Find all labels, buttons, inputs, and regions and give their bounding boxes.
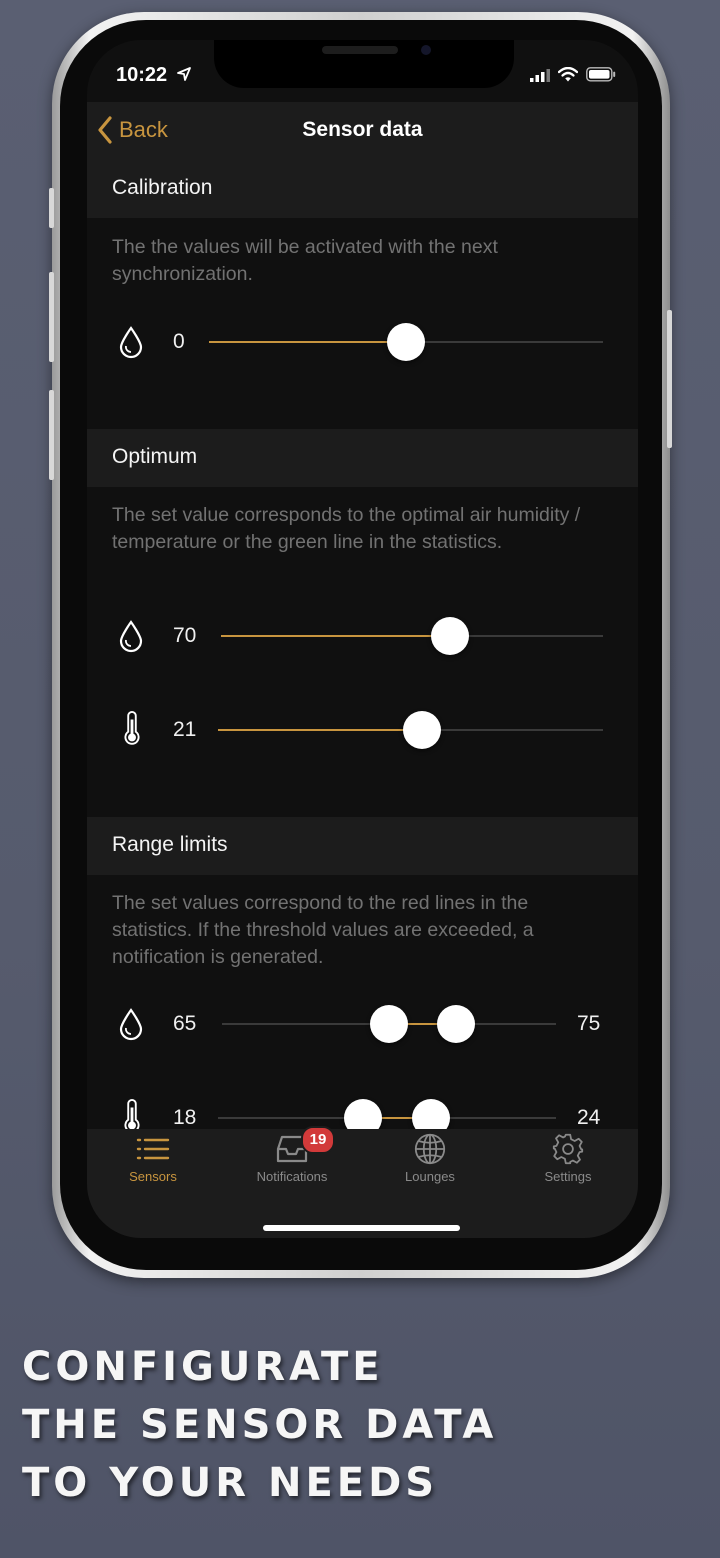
status-indicators <box>530 67 616 82</box>
tab-settings[interactable]: Settings <box>508 1133 628 1184</box>
status-time: 10:22 <box>116 64 192 87</box>
slider-fill <box>218 729 423 731</box>
water-drop-icon <box>119 1008 143 1041</box>
caption-line-1: CONFIGURATE <box>22 1344 384 1390</box>
battery-icon <box>586 67 616 82</box>
optimum-description: The set value corresponds to the optimal… <box>112 504 581 553</box>
wifi-icon <box>558 67 578 82</box>
volume-down-button <box>49 390 54 480</box>
water-drop-icon <box>119 326 143 359</box>
slider-fill <box>209 341 406 343</box>
tab-lounges[interactable]: Lounges <box>370 1133 490 1184</box>
optimum-title: Optimum <box>112 445 198 468</box>
thermometer-icon <box>124 711 140 745</box>
promo-caption: CONFIGURATE THE SENSOR DATA TO YOUR NEED… <box>22 1338 497 1512</box>
range-humidity-max: 75 <box>577 1012 601 1035</box>
slider-thumb[interactable] <box>387 323 425 361</box>
caption-line-3: TO YOUR NEEDS <box>22 1460 439 1506</box>
calibration-title: Calibration <box>112 176 213 199</box>
range-temperature-min: 18 <box>173 1106 197 1129</box>
globe-icon <box>414 1133 446 1165</box>
mute-switch <box>49 188 54 228</box>
tab-sensors-label: Sensors <box>129 1169 177 1184</box>
notification-badge: 19 <box>301 1126 335 1154</box>
caption-line-2: THE SENSOR DATA <box>22 1402 498 1448</box>
app-screen: 10:22 Back Sensor data Calibration The t… <box>87 40 638 1238</box>
cellular-signal-icon <box>530 68 550 82</box>
location-arrow-icon <box>176 67 191 81</box>
tab-sensors[interactable]: Sensors <box>93 1133 213 1184</box>
thermometer-icon <box>124 1099 140 1133</box>
power-button <box>667 310 672 448</box>
home-indicator[interactable] <box>263 1225 460 1231</box>
optimum-humidity-value: 70 <box>173 624 197 647</box>
tab-settings-label: Settings <box>544 1169 592 1184</box>
notch <box>214 40 514 88</box>
water-drop-icon <box>119 620 143 653</box>
slider-fill <box>221 635 451 637</box>
calibration-section-header: Calibration <box>87 160 638 218</box>
slider-thumb[interactable] <box>403 711 442 749</box>
navigation-bar: Back Sensor data <box>87 102 638 160</box>
slider-min-thumb[interactable] <box>370 1005 408 1043</box>
slider-max-thumb[interactable] <box>436 1005 475 1043</box>
calibration-humidity-value: 0 <box>173 330 185 353</box>
calibration-description: The the values will be activated with th… <box>112 236 498 285</box>
slider-thumb[interactable] <box>431 617 470 655</box>
range-limits-section-header: Range limits <box>87 817 638 875</box>
range-humidity-min: 65 <box>173 1012 197 1035</box>
range-limits-description: The set values correspond to the red lin… <box>112 892 534 968</box>
range-temperature-max: 24 <box>577 1106 601 1129</box>
tab-bar: Sensors 19 Notifications Lounges Setting… <box>87 1126 638 1238</box>
tab-notifications-label: Notifications <box>256 1169 328 1184</box>
status-time-text: 10:22 <box>116 64 168 86</box>
speaker <box>322 46 398 54</box>
list-icon <box>136 1138 170 1160</box>
optimum-section-header: Optimum <box>87 429 638 487</box>
optimum-temperature-value: 21 <box>173 718 197 741</box>
tab-notifications[interactable]: 19 Notifications <box>232 1126 352 1184</box>
page-title: Sensor data <box>302 118 423 141</box>
range-limits-title: Range limits <box>112 833 228 856</box>
front-camera <box>421 45 431 55</box>
tab-lounges-label: Lounges <box>405 1169 455 1184</box>
gear-icon <box>552 1133 584 1165</box>
volume-up-button <box>49 272 54 362</box>
